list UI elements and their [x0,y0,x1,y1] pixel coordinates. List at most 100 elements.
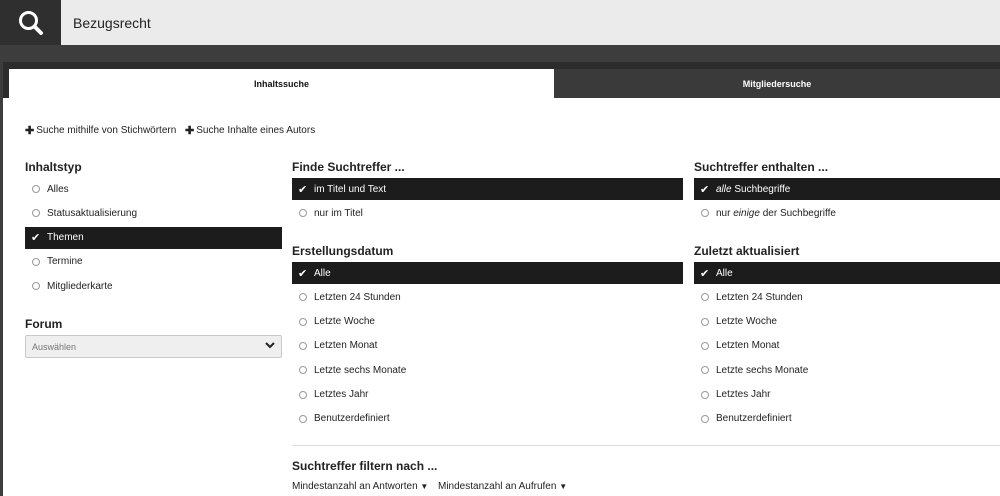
updated-option-label: Letztes Jahr [716,389,771,400]
content-type-option[interactable]: Alles [25,178,282,200]
radio-icon [32,282,40,291]
radio-icon [701,317,709,326]
chevron-down-icon [265,341,275,352]
created-option[interactable]: Letztes Jahr [292,384,683,406]
updated-option-label: Alle [716,267,733,279]
content-type-option-label: Themen [47,232,84,244]
min-replies-dropdown[interactable]: Mindestanzahl an Antworten ▼ [292,481,428,492]
contains-option-rest: Suchbegriffe [731,183,791,195]
tab-member-search[interactable]: Mitgliedersuche [554,69,1000,98]
check-icon: ✔ [700,267,710,280]
keyword-search-label: Suche mithilfe von Stichwörtern [36,125,177,136]
check-icon: ✔ [700,183,710,196]
radio-icon [299,293,307,302]
content-type-option[interactable]: Mitgliederkarte [25,275,282,297]
filter-title: Suchtreffer filtern nach ... [292,459,438,473]
forum-select[interactable]: Auswählen [25,335,282,358]
content-type-option[interactable]: Statusaktualisierung [25,202,282,224]
author-search-link[interactable]: ✚ Suche Inhalte eines Autors [185,124,315,137]
created-option-label: Letzte sechs Monate [314,364,407,376]
min-views-label: Mindestanzahl an Aufrufen [438,481,557,492]
find-in-option-label: nur im Titel [314,207,363,219]
contains-option-emphasis: alle [716,183,732,195]
find-in-title: Finde Suchtreffer ... [292,160,405,174]
content-type-option-label: Mitgliederkarte [47,280,113,292]
tab-content-search[interactable]: Inhaltssuche [9,69,554,98]
content-type-option[interactable]: ✔ Themen [25,226,282,249]
created-title: Erstellungsdatum [292,244,394,258]
updated-option[interactable]: ✔ Alle [694,262,1000,284]
author-search-label: Suche Inhalte eines Autors [196,125,316,136]
divider [292,445,1000,446]
radio-icon [299,390,307,399]
updated-option[interactable]: Letzte sechs Monate [694,359,1000,381]
updated-option-label: Benutzerdefiniert [716,413,792,425]
radio-icon [299,341,307,350]
created-option[interactable]: Letzten 24 Stunden [292,286,683,308]
find-in-option[interactable]: nur im Titel [292,202,683,224]
content-type-option[interactable]: Termine [25,251,282,273]
contains-option-emphasis: einige [733,207,760,219]
created-option-label: Letztes Jahr [314,389,369,400]
plus-icon: ✚ [185,125,195,137]
created-option[interactable]: ✔ Alle [292,262,683,284]
min-replies-label: Mindestanzahl an Antworten [292,481,418,492]
updated-option[interactable]: Letzte Woche [694,311,1000,333]
updated-option[interactable]: Letzten Monat [694,335,1000,357]
check-icon: ✔ [31,232,41,245]
check-icon: ✔ [298,267,308,280]
updated-option-label: Letzten Monat [716,340,780,352]
forum-title: Forum [25,317,63,331]
header-strip [0,45,1000,62]
radio-icon [701,414,709,423]
created-option-label: Letzten 24 Stunden [314,291,401,303]
plus-icon: ✚ [25,125,35,137]
created-option-label: Letzten Monat [314,340,378,352]
contains-option-rest: der Suchbegriffe [759,207,836,219]
updated-option[interactable]: Letzten 24 Stunden [694,286,1000,308]
radio-icon [701,293,709,302]
created-option[interactable]: Letzte Woche [292,311,683,333]
updated-title: Zuletzt aktualisiert [694,244,800,258]
contains-option-label: nur einige der Suchbegriffe [716,208,836,219]
updated-option-label: Letzte Woche [716,316,777,328]
check-icon: ✔ [298,183,308,196]
caret-down-icon: ▼ [420,482,429,491]
created-option-label: Alle [314,267,331,279]
keyword-search-link[interactable]: ✚ Suche mithilfe von Stichwörtern [25,124,176,137]
content-type-title: Inhaltstyp [25,160,82,174]
radio-icon [32,257,40,266]
search-input[interactable] [61,0,1000,45]
search-button[interactable] [0,0,61,45]
caret-down-icon: ▼ [559,482,568,491]
radio-icon [299,366,307,375]
min-views-dropdown[interactable]: Mindestanzahl an Aufrufen ▼ [438,481,567,492]
radio-icon [299,317,307,326]
created-option[interactable]: Letzten Monat [292,335,683,357]
forum-select-value: Auswählen [32,341,77,352]
created-option-label: Letzte Woche [314,316,375,328]
updated-option[interactable]: Letztes Jahr [694,384,1000,406]
search-tabs: Inhaltssuche Mitgliedersuche [3,62,1000,98]
contains-option[interactable]: nur einige der Suchbegriffe [694,202,1000,224]
contains-option[interactable]: ✔ alle Suchbegriffe [694,178,1000,200]
content-type-option-label: Alles [47,183,69,195]
updated-option[interactable]: Benutzerdefiniert [694,408,1000,430]
content-type-option-label: Statusaktualisierung [47,207,138,219]
radio-icon [701,390,709,399]
search-bar [0,0,1000,45]
content-type-option-label: Termine [47,256,83,268]
find-in-option[interactable]: ✔ im Titel und Text [292,178,683,200]
contains-option-prefix: nur [716,207,734,219]
radio-icon [701,209,709,218]
radio-icon [299,209,307,218]
created-option[interactable]: Letzte sechs Monate [292,359,683,381]
radio-icon [299,414,307,423]
created-option[interactable]: Benutzerdefiniert [292,408,683,430]
radio-icon [701,341,709,350]
find-in-option-label: im Titel und Text [314,183,387,195]
contains-option-label: alle Suchbegriffe [716,184,790,195]
contains-title: Suchtreffer enthalten ... [694,160,829,174]
radio-icon [32,209,40,218]
created-option-label: Benutzerdefiniert [314,413,390,425]
